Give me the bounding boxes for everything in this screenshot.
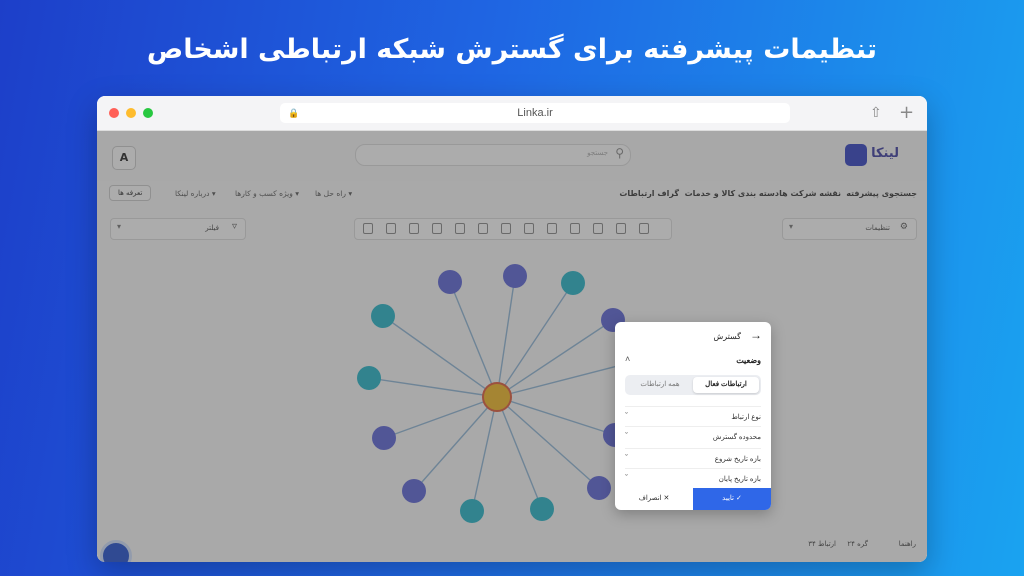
cancel-button[interactable]: ✕ انصراف	[615, 488, 693, 510]
end-date-row[interactable]: بازه تاریخ پایان ˇ	[625, 468, 761, 488]
panel-title: گسترش	[713, 332, 741, 341]
relation-type-row[interactable]: نوع ارتباط ˇ	[625, 406, 761, 426]
back-arrow-icon[interactable]: →	[750, 328, 762, 342]
share-icon[interactable]: ⇧	[870, 103, 882, 123]
maximize-window-button[interactable]	[143, 108, 153, 118]
status-segmented-control: ارتباطات فعال همه ارتباطات	[625, 375, 761, 395]
chevron-up-icon[interactable]: ˄	[625, 354, 630, 364]
chevron-down-icon: ˇ	[625, 473, 628, 483]
minimize-window-button[interactable]	[126, 108, 136, 118]
row-label: بازه تاریخ شروع	[714, 456, 761, 463]
page-headline: تنظیمات پیشرفته برای گسترش شبکه ارتباطی …	[146, 34, 878, 65]
status-section-title: وضعیت	[736, 356, 761, 365]
browser-window: 🔒 Linka.ir ⇧ + لینکا ⚲ جستجو A جستجوی پی…	[97, 96, 927, 562]
url-text: Linka.ir	[517, 107, 553, 119]
chevron-down-icon: ˇ	[625, 431, 628, 441]
panel-footer: ✓ تایید ✕ انصراف	[615, 488, 771, 510]
lock-icon: 🔒	[288, 108, 300, 118]
app-area: لینکا ⚲ جستجو A جستجوی پیشرفته نقشه شرکت…	[97, 131, 927, 562]
close-window-button[interactable]	[109, 108, 119, 118]
browser-titlebar: 🔒 Linka.ir ⇧ +	[97, 96, 927, 131]
new-tab-icon[interactable]: +	[899, 103, 914, 123]
address-bar[interactable]: 🔒 Linka.ir	[280, 103, 790, 123]
chevron-down-icon: ˇ	[625, 453, 628, 463]
all-relations-tab[interactable]: همه ارتباطات	[627, 377, 693, 393]
active-relations-tab[interactable]: ارتباطات فعال	[693, 377, 759, 393]
row-label: محدوده گسترش	[712, 434, 761, 441]
expand-panel: → گسترش وضعیت ˄ ارتباطات فعال همه ارتباط…	[615, 322, 771, 510]
expansion-range-row[interactable]: محدوده گسترش ˇ	[625, 426, 761, 446]
chevron-down-icon: ˇ	[625, 411, 628, 421]
modal-overlay	[97, 131, 927, 562]
confirm-button[interactable]: ✓ تایید	[693, 488, 771, 510]
start-date-row[interactable]: بازه تاریخ شروع ˇ	[625, 448, 761, 468]
row-label: نوع ارتباط	[731, 414, 761, 421]
row-label: بازه تاریخ پایان	[718, 476, 761, 483]
